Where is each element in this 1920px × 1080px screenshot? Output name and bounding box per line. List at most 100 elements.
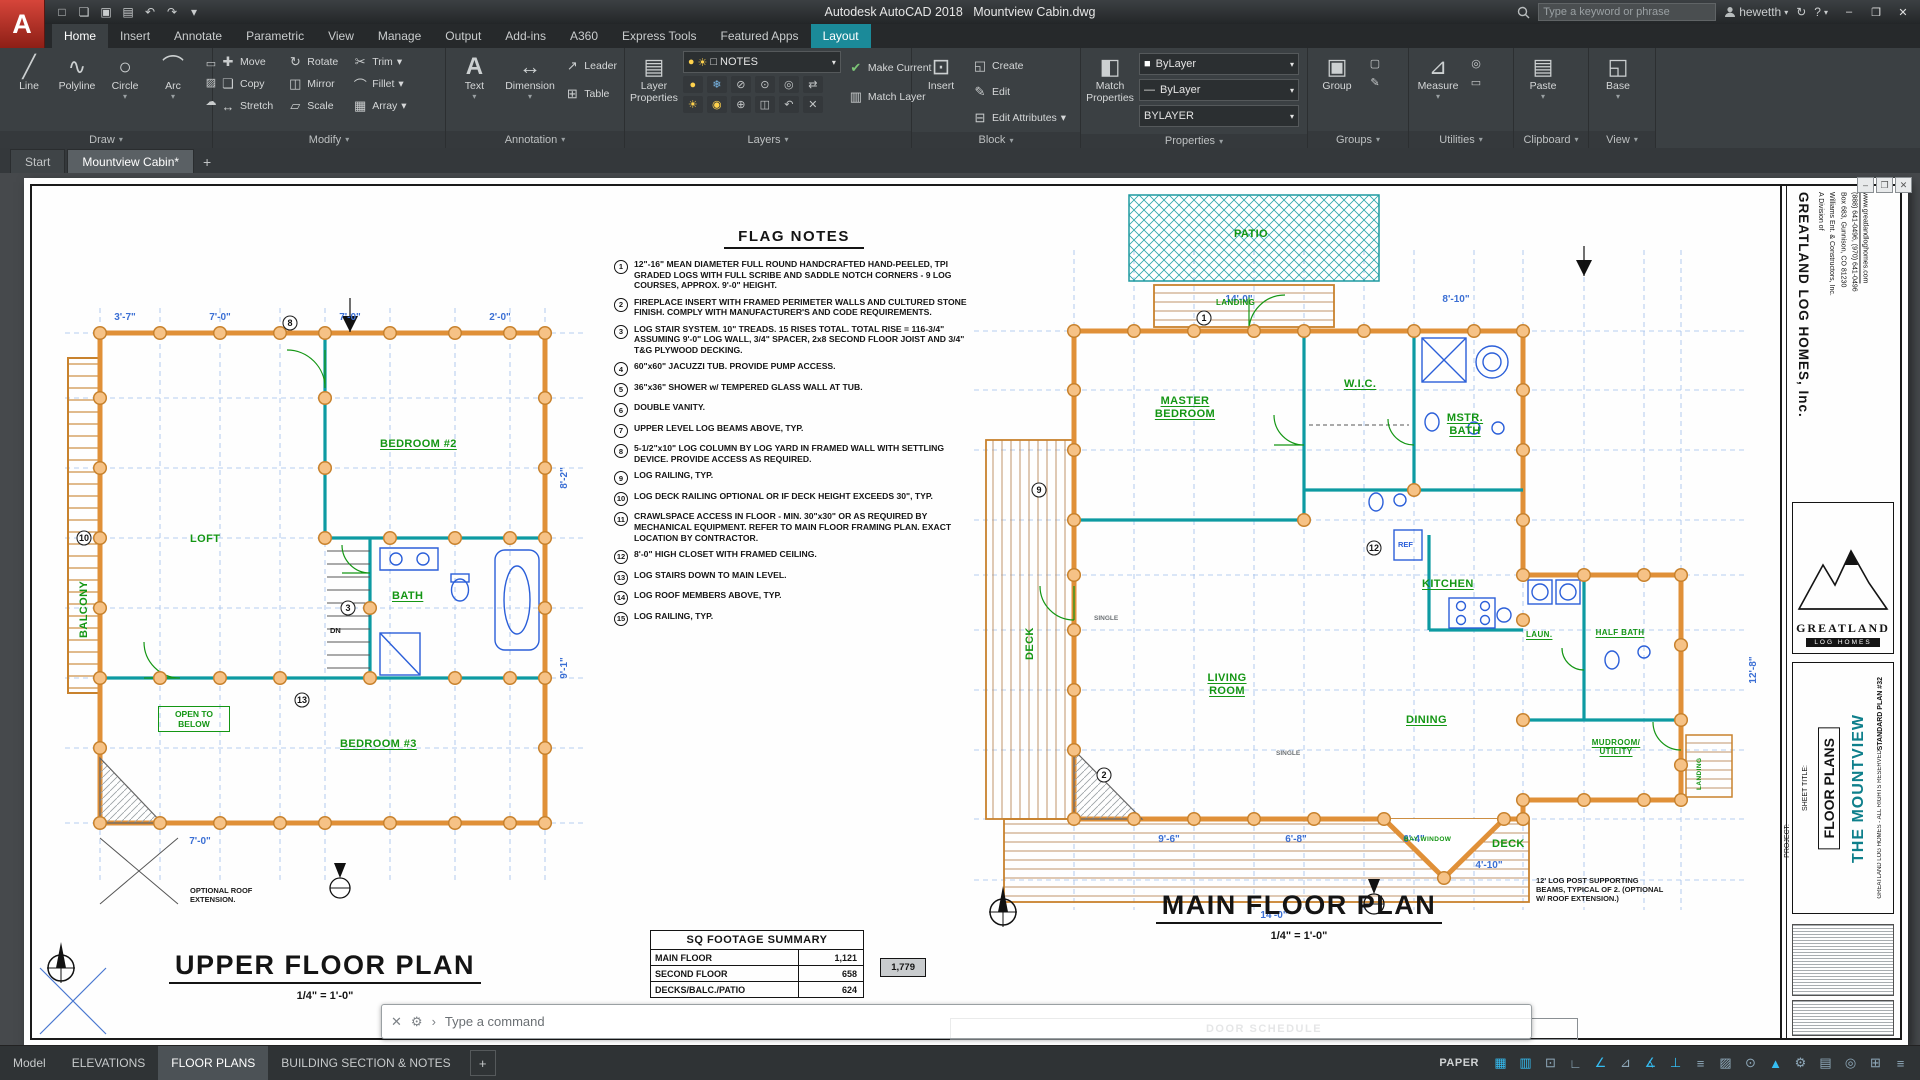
ribbon-tab[interactable]: Express Tools xyxy=(610,24,708,48)
ungroup-icon[interactable]: ▢ xyxy=(1366,55,1384,71)
new-file-icon[interactable]: □ xyxy=(52,3,72,21)
search-input[interactable] xyxy=(1538,3,1717,21)
layer-previous-icon[interactable]: ↶ xyxy=(778,96,799,113)
ribbon-tab[interactable]: Add-ins xyxy=(493,24,558,48)
linetype-dropdown[interactable]: BYLAYER ▾ xyxy=(1139,105,1299,127)
ribbon-tab[interactable]: Insert xyxy=(108,24,162,48)
measure-button[interactable]: ⊿ Measure ▾ xyxy=(1414,51,1462,101)
block-panel-footer[interactable]: Block ▾ xyxy=(912,132,1080,148)
polar-tracking-icon[interactable]: ∠ xyxy=(1589,1052,1612,1074)
command-line[interactable]: ✕ ⚙ › Type a command xyxy=(381,1004,1532,1039)
customization-icon[interactable]: ≡ xyxy=(1889,1052,1912,1074)
ribbon-tab[interactable]: View xyxy=(316,24,366,48)
layer-properties-button[interactable]: ▤ Layer Properties xyxy=(630,51,678,104)
layer-dropdown[interactable]: ● ☀ □ NOTES ▾ xyxy=(682,51,841,73)
isodraft-icon[interactable]: ⊿ xyxy=(1614,1052,1637,1074)
rotate-button[interactable]: ↻ Rotate xyxy=(285,51,344,73)
paper-space-toggle[interactable]: PAPER xyxy=(1439,1057,1479,1069)
new-drawing-tab-button[interactable]: + xyxy=(196,151,218,173)
text-button[interactable]: A Text ▾ xyxy=(451,51,498,101)
document-tab[interactable]: Start xyxy=(10,149,66,173)
scale-button[interactable]: ▱ Scale xyxy=(285,95,344,117)
layer-match-icon[interactable]: ◫ xyxy=(754,96,775,113)
plot-icon[interactable]: ▤ xyxy=(118,3,138,21)
base-view-button[interactable]: ◱ Base ▾ xyxy=(1594,51,1642,101)
utilities-panel-footer[interactable]: Utilities ▾ xyxy=(1409,131,1513,148)
layer-freeze-icon[interactable]: ❄ xyxy=(706,76,727,93)
match-properties-button[interactable]: ◧ Match Properties xyxy=(1086,51,1134,104)
help-button[interactable]: ? ▾ xyxy=(1814,5,1828,19)
isolate-objects-icon[interactable]: ◎ xyxy=(1839,1052,1862,1074)
a360-sync-icon[interactable]: ↻ xyxy=(1796,5,1806,19)
layers-panel-footer[interactable]: Layers ▾ xyxy=(625,131,911,148)
quick-properties-icon[interactable]: ▤ xyxy=(1814,1052,1837,1074)
edit-attributes-button[interactable]: ⊟ Edit Attributes ▾ xyxy=(970,107,1068,129)
draw-panel-footer[interactable]: Draw ▾ xyxy=(0,131,212,148)
move-button[interactable]: ✚ Move xyxy=(218,51,279,73)
arc-button[interactable]: ⌒ Arc ▾ xyxy=(149,51,197,101)
workspace-switching-icon[interactable]: ⚙ xyxy=(1789,1052,1812,1074)
object-snap-icon[interactable]: ⊥ xyxy=(1664,1052,1687,1074)
ribbon-tab[interactable]: Annotate xyxy=(162,24,234,48)
create-block-button[interactable]: ◱ Create xyxy=(970,55,1068,77)
ribbon-tab[interactable]: Featured Apps xyxy=(709,24,811,48)
lineweight-dropdown[interactable]: — ByLayer ▾ xyxy=(1139,79,1299,101)
open-file-icon[interactable]: ❏ xyxy=(74,3,94,21)
command-prompt-text[interactable]: Type a command xyxy=(445,1014,545,1029)
sign-in-control[interactable]: hewetth ▾ xyxy=(1724,5,1788,19)
object-snap-tracking-icon[interactable]: ∡ xyxy=(1639,1052,1662,1074)
layer-lock-icon[interactable]: ⊘ xyxy=(730,76,751,93)
layout-tab[interactable]: Model xyxy=(0,1046,59,1080)
annotation-scale-icon[interactable]: ▲ xyxy=(1764,1052,1787,1074)
properties-panel-footer[interactable]: Properties ▾ xyxy=(1081,134,1307,148)
line-button[interactable]: ╱ Line xyxy=(5,51,53,101)
ribbon-tab[interactable]: Layout xyxy=(810,24,871,48)
layer-thaw-icon[interactable]: ◉ xyxy=(706,96,727,113)
infer-constraints-icon[interactable]: ⊡ xyxy=(1539,1052,1562,1074)
drawing-canvas[interactable]: – ❐ ✕ 3'-7" 7'-0" 7'-0" 2'-0" 8'-2" 9'-1… xyxy=(0,173,1920,1046)
ribbon-tab[interactable]: Manage xyxy=(366,24,433,48)
layer-walk-icon[interactable]: ⇄ xyxy=(802,76,823,93)
command-close-icon[interactable]: ✕ xyxy=(391,1014,402,1030)
id-point-icon[interactable]: ◎ xyxy=(1467,55,1485,71)
doc-restore-icon[interactable]: ❐ xyxy=(1876,177,1893,193)
insert-block-button[interactable]: ⊡ Insert xyxy=(917,51,965,93)
ribbon-tab[interactable]: Home xyxy=(52,24,109,48)
layer-merge-icon[interactable]: ✕ xyxy=(802,96,823,113)
layer-unisolate-icon[interactable]: ◎ xyxy=(778,76,799,93)
array-button[interactable]: ▦ Array ▾ xyxy=(350,95,408,117)
group-button[interactable]: ▣ Group xyxy=(1313,51,1361,93)
copy-button[interactable]: ❏ Copy xyxy=(218,73,279,95)
modify-panel-footer[interactable]: Modify ▾ xyxy=(213,131,445,148)
ribbon-tab[interactable]: A360 xyxy=(558,24,610,48)
minimize-button[interactable]: – xyxy=(1836,3,1862,21)
grid-display-icon[interactable]: ▦ xyxy=(1489,1052,1512,1074)
application-menu-button[interactable]: A xyxy=(0,0,45,48)
leader-button[interactable]: ↗ Leader xyxy=(562,55,619,77)
layer-off-icon[interactable]: ● xyxy=(682,76,703,93)
lineweight-display-icon[interactable]: ≡ xyxy=(1689,1052,1712,1074)
fillet-button[interactable]: ⌒ Fillet ▾ xyxy=(350,73,408,95)
redo-icon[interactable]: ↷ xyxy=(162,3,182,21)
ribbon-tab[interactable]: Output xyxy=(433,24,493,48)
annotation-panel-footer[interactable]: Annotation ▾ xyxy=(446,131,624,148)
circle-button[interactable]: ○ Circle ▾ xyxy=(101,51,149,101)
ortho-mode-icon[interactable]: ∟ xyxy=(1564,1052,1587,1074)
transparency-icon[interactable]: ▨ xyxy=(1714,1052,1737,1074)
document-tab[interactable]: Mountview Cabin* xyxy=(67,149,195,173)
layout-tab[interactable]: BUILDING SECTION & NOTES xyxy=(268,1046,463,1080)
new-layout-button[interactable]: + xyxy=(469,1050,496,1076)
layout-tab[interactable]: ELEVATIONS xyxy=(59,1046,159,1080)
stretch-button[interactable]: ↔ Stretch xyxy=(218,95,279,117)
trim-button[interactable]: ✂ Trim ▾ xyxy=(350,51,408,73)
restore-button[interactable]: ❐ xyxy=(1863,3,1889,21)
view-panel-footer[interactable]: View ▾ xyxy=(1589,131,1655,148)
quick-select-icon[interactable]: ▭ xyxy=(1467,74,1485,90)
object-color-dropdown[interactable]: ■ ByLayer ▾ xyxy=(1139,53,1299,75)
clipboard-panel-footer[interactable]: Clipboard ▾ xyxy=(1514,131,1588,148)
command-customize-icon[interactable]: ⚙ xyxy=(411,1014,423,1030)
table-button[interactable]: ⊞ Table xyxy=(562,83,619,105)
group-edit-icon[interactable]: ✎ xyxy=(1366,74,1384,90)
doc-close-icon[interactable]: ✕ xyxy=(1895,177,1912,193)
groups-panel-footer[interactable]: Groups ▾ xyxy=(1308,131,1408,148)
